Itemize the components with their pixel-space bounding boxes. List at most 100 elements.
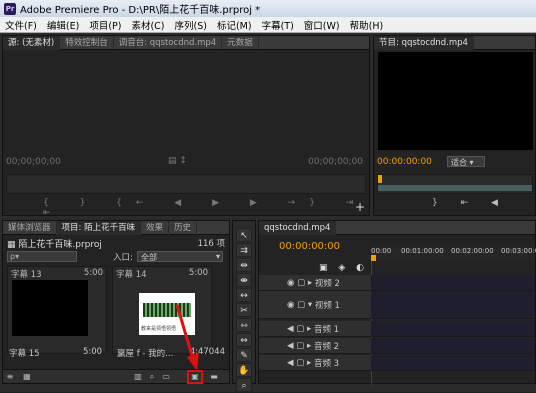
track-audio-3[interactable]: ◀ ▢ ▸ 音频 3: [259, 355, 371, 371]
program-timeline-bar[interactable]: [377, 174, 533, 194]
source-tabs: 源: (无素材) 特效控制台 调音台: qqstocdnd.mp4 元数据: [3, 35, 369, 50]
program-range-bar: [378, 185, 532, 191]
pen-tool-icon[interactable]: ✎: [236, 348, 252, 362]
cell-thumbnail: [12, 280, 88, 336]
fit-dropdown-label: 适合: [451, 158, 467, 167]
slip-tool-icon[interactable]: ⇿: [236, 318, 252, 332]
new-bin-icon[interactable]: ▭: [159, 370, 173, 384]
tab-metadata[interactable]: 元数据: [222, 35, 259, 50]
timeline-timecode[interactable]: 00:00:00:00: [279, 241, 340, 252]
track-body[interactable]: [371, 291, 535, 319]
track-body[interactable]: [371, 338, 535, 354]
ruler-label: 00:01:00:00: [401, 247, 444, 255]
ruler-label: 00:00: [371, 247, 392, 255]
tab-media-browser[interactable]: 媒体浏览器: [3, 220, 57, 235]
project-file-label: 陌上花千百味.prproj: [18, 240, 102, 250]
window-title: Adobe Premiere Pro - D:\PR\陌上花千百味.prproj…: [20, 5, 261, 16]
ruler-label: 00:02:00:00: [451, 247, 494, 255]
track-body[interactable]: [371, 355, 535, 371]
in-label: 入口:: [113, 253, 133, 263]
selection-tool-icon[interactable]: ↖: [236, 228, 252, 242]
track-name: 视频 1: [314, 300, 340, 311]
cell-label: 字幕 14: [116, 270, 147, 280]
track-video-2[interactable]: ◉ ▢ ▸ 视频 2: [259, 275, 371, 291]
program-playhead[interactable]: [378, 175, 382, 183]
icon-view-icon[interactable]: ▦: [20, 370, 34, 384]
track-name: 音频 1: [313, 324, 340, 335]
fit-dropdown[interactable]: 适合 ▾: [447, 156, 485, 167]
timeline-panel: qqstocdnd.mp4 00:00:00:00 00:00 00:01:00…: [258, 220, 536, 385]
source-timecode-out[interactable]: 00;00;00;00: [308, 157, 363, 167]
source-transport-controls[interactable]: { } {← ◀ ▶ ▶ →} ⇥ ⇤: [43, 198, 369, 218]
timeline-snap-icons[interactable]: ▣ ◈ ◐: [319, 263, 368, 273]
tab-effects[interactable]: 效果: [141, 220, 170, 235]
track-body[interactable]: [371, 275, 535, 291]
red-arrow-annotation: [175, 304, 199, 371]
menu-edit[interactable]: 编辑(E): [42, 18, 84, 32]
slide-tool-icon[interactable]: ⇔: [236, 333, 252, 347]
project-panel: 媒体浏览器 项目: 陌上花千百味 效果 历史 ▦ 陌上花千百味.prproj 1…: [2, 220, 230, 384]
automate-icon[interactable]: ▥: [131, 370, 145, 384]
program-transport-controls[interactable]: } ⇤ ◀: [432, 198, 508, 208]
thumbnail-caption: 教来是领悟领悟: [141, 326, 177, 332]
title-bar: Pr Adobe Premiere Pro - D:\PR\陌上花千百味.prp…: [0, 0, 536, 17]
menu-clip[interactable]: 素材(C): [126, 18, 169, 32]
list-view-icon[interactable]: ≡: [3, 370, 17, 384]
track-name: 音频 2: [313, 341, 340, 352]
source-timecode-in[interactable]: 00;00;00;00: [6, 157, 61, 167]
track-body[interactable]: [371, 321, 535, 337]
premiere-app-icon: Pr: [4, 2, 16, 15]
in-dropdown-value: 全部: [141, 253, 157, 262]
tab-sequence[interactable]: qqstocdnd.mp4: [259, 220, 337, 235]
tab-effect-controls[interactable]: 特效控制台: [60, 35, 114, 50]
track-video-1[interactable]: ◉ ▢ ▾ 视频 1: [259, 291, 371, 319]
project-item-cell[interactable]: 字幕 13 5:00: [7, 266, 107, 354]
cell-duration: 5:00: [188, 268, 208, 278]
clear-icon[interactable]: ▬: [207, 370, 221, 384]
hand-tool-icon[interactable]: ✋: [236, 363, 252, 377]
timeline-ruler[interactable]: 00:00 00:01:00:00 00:02:00:00 00:03:00:0…: [371, 245, 536, 261]
razor-tool-icon[interactable]: ✂: [236, 303, 252, 317]
menu-help[interactable]: 帮助(H): [345, 18, 389, 32]
menu-sequence[interactable]: 序列(S): [170, 18, 212, 32]
menu-title[interactable]: 字幕(T): [257, 18, 299, 32]
menu-window[interactable]: 窗口(W): [299, 18, 345, 32]
rate-stretch-tool-icon[interactable]: ↔: [236, 288, 252, 302]
project-footer-toolbar: ≡ ▦ ▥ ⌕ ▭ ▣ ▬: [3, 369, 229, 384]
menu-bar: 文件(F) 编辑(E) 项目(P) 素材(C) 序列(S) 标记(M) 字幕(T…: [0, 17, 536, 33]
source-timeline-bar[interactable]: [6, 174, 366, 194]
track-audio-2[interactable]: ◀ ▢ ▸ 音频 2: [259, 338, 371, 354]
track-select-tool-icon[interactable]: ⇉: [236, 243, 252, 257]
menu-file[interactable]: 文件(F): [0, 18, 42, 32]
menu-project[interactable]: 项目(P): [84, 18, 126, 32]
in-dropdown[interactable]: 全部 ▾: [137, 251, 223, 262]
track-audio-1[interactable]: ◀ ▢ ▸ 音频 1: [259, 321, 371, 337]
rolling-edit-tool-icon[interactable]: ⇼: [236, 273, 252, 287]
cell-label: 字幕 15: [9, 349, 40, 359]
source-monitor-panel: 源: (无素材) 特效控制台 调音台: qqstocdnd.mp4 元数据 00…: [2, 35, 370, 218]
source-add-icon[interactable]: +: [355, 200, 365, 214]
new-item-icon[interactable]: ▣: [187, 370, 203, 384]
premiere-window: Pr Adobe Premiere Pro - D:\PR\陌上花千百味.prp…: [0, 0, 536, 392]
project-tabs: 媒体浏览器 项目: 陌上花千百味 效果 历史: [3, 220, 229, 235]
cell-label: 赢屋 f - 我的...: [117, 349, 174, 359]
tab-program[interactable]: 节目: qqstocdnd.mp4: [374, 35, 474, 50]
find-icon[interactable]: ⌕: [145, 370, 159, 384]
tab-audio-mixer[interactable]: 调音台: qqstocdnd.mp4: [114, 35, 223, 50]
tab-project[interactable]: 项目: 陌上花千百味: [56, 220, 142, 235]
tab-source[interactable]: 源: (无素材): [3, 35, 61, 50]
project-file-name: ▦ 陌上花千百味.prproj: [7, 240, 102, 250]
ruler-label: 00:03:00:00: [501, 247, 536, 255]
source-icons: ▤ ↕: [168, 156, 187, 166]
tab-history[interactable]: 历史: [169, 220, 198, 235]
menu-marker[interactable]: 标记(M): [212, 18, 257, 32]
cell-duration: 5:00: [83, 268, 103, 278]
project-search-input[interactable]: ρ▾: [7, 251, 77, 262]
cell-duration: 5:00: [83, 347, 103, 357]
project-item-count: 116 项: [197, 239, 225, 249]
ripple-edit-tool-icon[interactable]: ⇹: [236, 258, 252, 272]
zoom-tool-icon[interactable]: ⌕: [236, 378, 252, 392]
program-monitor-panel: 节目: qqstocdnd.mp4 00:00:00:00 适合 ▾ } ⇤ ◀: [373, 35, 536, 216]
program-tabs: 节目: qqstocdnd.mp4: [374, 35, 535, 50]
program-timecode[interactable]: 00:00:00:00: [377, 157, 432, 167]
